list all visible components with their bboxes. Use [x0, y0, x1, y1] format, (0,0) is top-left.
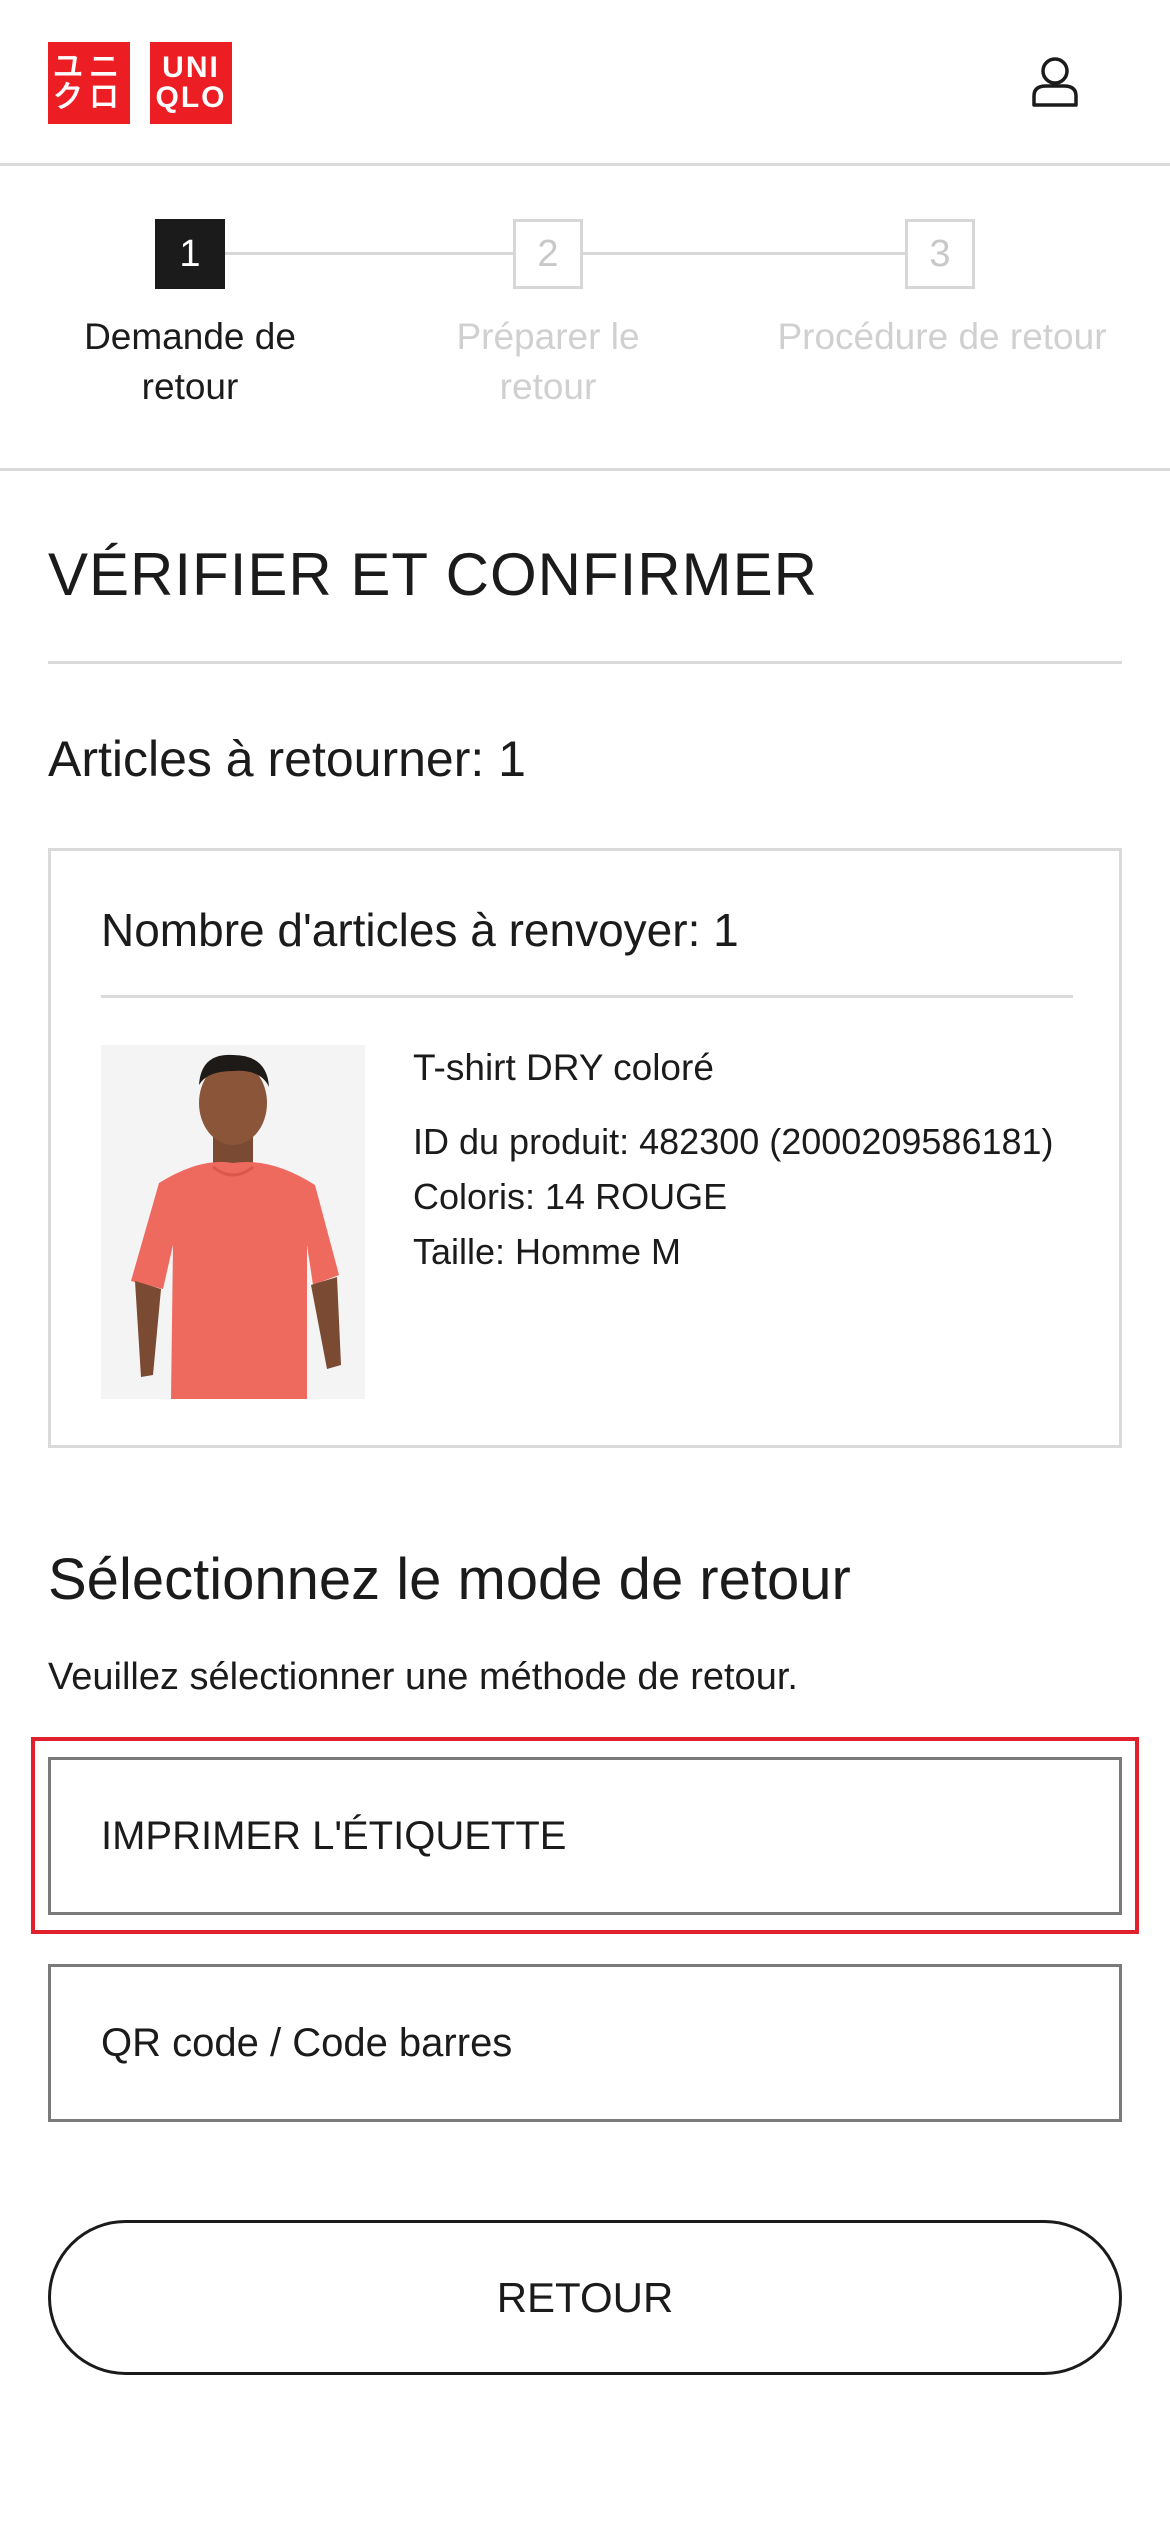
step-connector	[581, 252, 905, 255]
step-2-label: Préparer le retour	[368, 312, 728, 412]
step-3-label-line1: Procédure de retour	[777, 316, 1107, 357]
product-color: Coloris: 14 ROUGE	[413, 1176, 728, 1217]
product-name: T-shirt DRY coloré	[413, 1047, 714, 1088]
step-2-label-line2: retour	[499, 366, 597, 407]
step-1-number: 1	[155, 219, 225, 289]
step-1-label-line2: retour	[141, 366, 239, 407]
product-id: ID du produit: 482300 (2000209586181)	[413, 1121, 1054, 1162]
step-connector	[225, 252, 515, 255]
divider	[101, 995, 1073, 998]
divider	[48, 661, 1122, 664]
logo-katakana-row-1: ユニ	[53, 51, 125, 84]
return-mode-subtitle: Veuillez sélectionner une méthode de ret…	[48, 1656, 798, 1698]
logo-latin-row-2: QLO	[155, 81, 227, 114]
product-image	[101, 1045, 365, 1399]
return-stepper: 1 Demande de retour 2 Préparer le retour…	[0, 166, 1170, 471]
logo-latin-row-1: UNI	[162, 51, 220, 84]
page-title: VÉRIFIER ET CONFIRMER	[48, 541, 818, 608]
step-1-label: Demande de retour	[10, 312, 370, 412]
step-3-number: 3	[905, 219, 975, 289]
uniqlo-logo[interactable]: ユニ クロ UNI QLO	[48, 42, 232, 124]
product-size: Taille: Homme M	[413, 1231, 682, 1272]
step-3-label: Procédure de retour	[762, 312, 1122, 362]
return-items-card: Nombre d'articles à renvoyer: 1 T-shirt …	[48, 848, 1122, 1448]
print-label-option[interactable]: IMPRIMER L'ÉTIQUETTE	[48, 1757, 1122, 1915]
logo-latin-block: UNI QLO	[150, 42, 232, 124]
logo-katakana-row-2: クロ	[53, 81, 125, 114]
step-2-number: 2	[513, 219, 583, 289]
articles-count: Articles à retourner: 1	[48, 731, 526, 787]
step-1-label-line1: Demande de	[84, 316, 296, 357]
back-button[interactable]: RETOUR	[48, 2220, 1122, 2375]
logo-katakana-block: ユニ クロ	[48, 42, 130, 124]
qr-barcode-option[interactable]: QR code / Code barres	[48, 1964, 1122, 2122]
return-mode-title: Sélectionnez le mode de retour	[48, 1547, 851, 1612]
user-icon[interactable]	[1030, 56, 1080, 108]
card-title: Nombre d'articles à renvoyer: 1	[101, 904, 739, 956]
header: ユニ クロ UNI QLO	[0, 0, 1170, 166]
step-2-label-line1: Préparer le	[456, 316, 640, 357]
